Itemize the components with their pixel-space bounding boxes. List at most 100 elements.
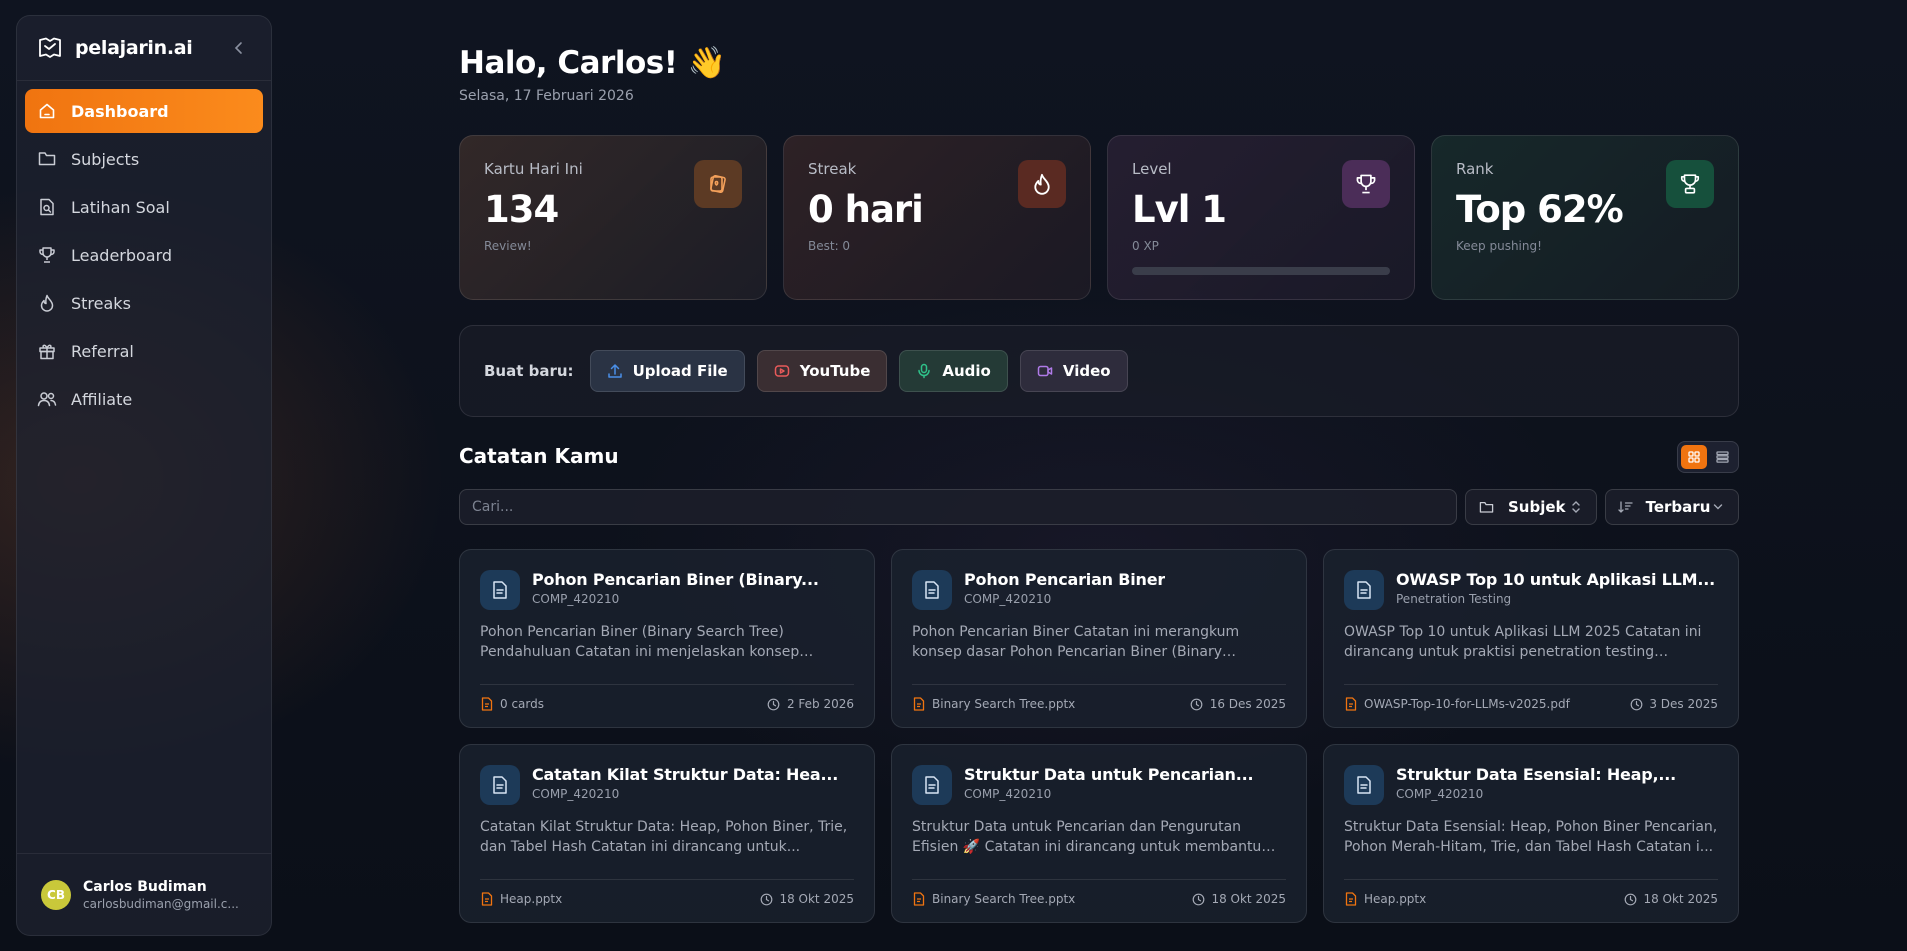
- clock-icon: [1191, 892, 1205, 906]
- search-input[interactable]: [459, 489, 1457, 525]
- youtube-icon: [774, 363, 790, 379]
- note-title: Struktur Data untuk Pencarian...: [964, 765, 1254, 784]
- notes-section-title: Catatan Kamu: [459, 444, 619, 468]
- sort-icon: [1618, 499, 1634, 515]
- trophy-icon: [37, 245, 57, 265]
- sidebar-item-label: Referral: [71, 341, 134, 361]
- youtube-label: YouTube: [799, 362, 871, 380]
- stat-sub: 0 XP: [1132, 239, 1159, 253]
- sidebar-item-latihan-soal[interactable]: Latihan Soal: [25, 185, 263, 229]
- stat-card-rank: Rank Top 62% Keep pushing!: [1431, 135, 1739, 300]
- note-title: OWASP Top 10 untuk Aplikasi LLM...: [1396, 570, 1715, 589]
- note-icon: [480, 765, 520, 805]
- avatar: CB: [41, 879, 71, 910]
- stat-card-kartu: Kartu Hari Ini 134 Review!: [459, 135, 767, 300]
- file-icon: [480, 892, 494, 906]
- note-description: Catatan Kilat Struktur Data: Heap, Pohon…: [480, 819, 848, 855]
- create-new-label: Buat baru:: [484, 362, 574, 380]
- xp-progress-bar: [1132, 267, 1390, 275]
- note-subject: COMP_420210: [964, 787, 1052, 801]
- users-icon: [37, 389, 57, 409]
- note-date: 18 Okt 2025: [1643, 892, 1718, 906]
- user-info: Carlos Budiman carlosbudiman@gmail.c...: [83, 879, 239, 911]
- note-file: Binary Search Tree.pptx: [932, 892, 1076, 906]
- user-profile[interactable]: CB Carlos Budiman carlosbudiman@gmail.c.…: [17, 853, 271, 935]
- note-file: Binary Search Tree.pptx: [932, 697, 1076, 711]
- sidebar-item-label: Streaks: [71, 293, 131, 313]
- sidebar: pelajarin.ai Dashboard Subjects Latihan …: [16, 15, 272, 936]
- note-subject: COMP_420210: [532, 787, 620, 801]
- stat-sub: Review!: [484, 239, 532, 253]
- note-card[interactable]: OWASP Top 10 untuk Aplikasi LLM... Penet…: [1323, 549, 1739, 728]
- note-icon: [1344, 765, 1384, 805]
- clock-icon: [1190, 697, 1204, 711]
- note-date: 16 Des 2025: [1209, 697, 1286, 711]
- note-title: Pohon Pencarian Biner (Binary...: [532, 570, 819, 589]
- sidebar-item-dashboard[interactable]: Dashboard: [25, 89, 263, 133]
- clock-icon: [1623, 892, 1637, 906]
- grid-view-button[interactable]: [1681, 445, 1707, 469]
- upload-file-label: Upload File: [632, 362, 728, 380]
- note-icon: [912, 765, 952, 805]
- user-email: carlosbudiman@gmail.c...: [83, 896, 239, 911]
- stat-sub: Keep pushing!: [1456, 239, 1542, 253]
- note-card[interactable]: Struktur Data Esensial: Heap,... COMP_42…: [1323, 744, 1739, 923]
- stat-card-level: Level Lvl 1 0 XP: [1107, 135, 1415, 300]
- stat-card-streak: Streak 0 hari Best: 0: [783, 135, 1091, 300]
- note-description: Pohon Pencarian Biner Catatan ini merang…: [912, 624, 1240, 660]
- video-label: Video: [1062, 362, 1111, 380]
- flame-icon: [37, 293, 57, 313]
- collapse-sidebar-button[interactable]: [227, 36, 251, 60]
- sidebar-nav: Dashboard Subjects Latihan Soal Leaderbo…: [17, 81, 271, 429]
- sidebar-item-label: Affiliate: [71, 389, 133, 409]
- note-title: Pohon Pencarian Biner: [964, 570, 1166, 589]
- sidebar-item-affiliate[interactable]: Affiliate: [25, 377, 263, 421]
- note-description: OWASP Top 10 untuk Aplikasi LLM 2025 Cat…: [1344, 624, 1702, 660]
- upload-file-button[interactable]: Upload File: [589, 350, 745, 392]
- file-icon: [1344, 697, 1358, 711]
- folder-icon: [37, 149, 57, 169]
- note-card[interactable]: Catatan Kilat Struktur Data: Hea... COMP…: [459, 744, 875, 923]
- note-icon: [480, 570, 520, 610]
- sort-select[interactable]: Terbaru: [1605, 489, 1739, 525]
- sidebar-header: pelajarin.ai: [17, 16, 271, 81]
- grid-icon: [1688, 451, 1700, 463]
- youtube-button[interactable]: YouTube: [756, 350, 888, 392]
- cards-icon: [694, 160, 742, 208]
- note-date: 3 Des 2025: [1649, 697, 1718, 711]
- video-button[interactable]: Video: [1019, 350, 1128, 392]
- file-icon: [1344, 892, 1358, 906]
- list-icon: [1715, 451, 1729, 463]
- note-card[interactable]: Struktur Data untuk Pencarian... COMP_42…: [891, 744, 1307, 923]
- note-date: 18 Okt 2025: [779, 892, 854, 906]
- note-subject: COMP_420210: [1396, 787, 1484, 801]
- video-icon: [1037, 363, 1053, 379]
- audio-label: Audio: [942, 362, 991, 380]
- sidebar-item-streaks[interactable]: Streaks: [25, 281, 263, 325]
- page-title: Halo, Carlos! 👋: [459, 45, 726, 81]
- current-date: Selasa, 17 Februari 2026: [459, 88, 634, 104]
- upload-icon: [607, 363, 623, 379]
- subject-filter-select[interactable]: Subjek: [1465, 489, 1597, 525]
- stat-sub: Best: 0: [808, 239, 851, 253]
- audio-button[interactable]: Audio: [899, 350, 1008, 392]
- note-description: Struktur Data Esensial: Heap, Pohon Bine…: [1344, 819, 1718, 855]
- list-view-button[interactable]: [1709, 445, 1735, 469]
- sort-label: Terbaru: [1645, 498, 1711, 516]
- sidebar-item-referral[interactable]: Referral: [25, 329, 263, 373]
- note-card[interactable]: Pohon Pencarian Biner (Binary... COMP_42…: [459, 549, 875, 728]
- note-subject: COMP_420210: [532, 592, 620, 606]
- app-logo-text: pelajarin.ai: [75, 37, 193, 59]
- note-icon: [912, 570, 952, 610]
- note-card[interactable]: Pohon Pencarian Biner COMP_420210 Pohon …: [891, 549, 1307, 728]
- file-icon: [912, 697, 926, 711]
- sidebar-item-leaderboard[interactable]: Leaderboard: [25, 233, 263, 277]
- trophy-icon: [1342, 160, 1390, 208]
- user-name: Carlos Budiman: [83, 878, 207, 895]
- note-description: Pohon Pencarian Biner (Binary Search Tre…: [480, 624, 800, 660]
- note-subject: COMP_420210: [964, 592, 1052, 606]
- file-search-icon: [37, 197, 57, 217]
- sidebar-item-subjects[interactable]: Subjects: [25, 137, 263, 181]
- subject-filter-label: Subjek: [1508, 498, 1566, 516]
- clock-icon: [1629, 697, 1643, 711]
